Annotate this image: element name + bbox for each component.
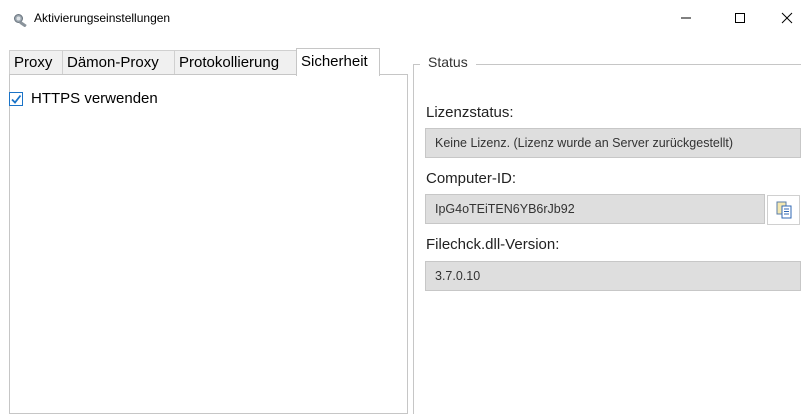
license-status-field: Keine Lizenz. (Lizenz wurde an Server zu… [425,128,801,158]
tab-proxy[interactable]: Proxy [9,50,63,74]
dll-version-label: Filechck.dll-Version: [426,236,560,253]
minimize-icon [681,17,691,19]
close-icon [781,12,793,24]
status-group-title: Status [420,54,476,70]
copy-clipboard-icon [776,201,791,219]
maximize-icon [735,13,745,23]
dll-version-field: 3.7.0.10 [425,261,801,291]
title-bar: Aktivierungseinstellungen [0,0,801,36]
https-checkbox-row[interactable]: HTTPS verwenden [9,90,158,107]
tab-daemon-proxy[interactable]: Dämon-Proxy [62,50,175,74]
minimize-button[interactable] [663,0,709,36]
checkmark-icon [11,94,22,104]
tab-panel-sicherheit [9,74,408,414]
tab-protokollierung[interactable]: Protokollierung [174,50,297,74]
https-checkbox-label: HTTPS verwenden [31,90,158,107]
maximize-button[interactable] [717,0,763,36]
magnifier-key-icon [13,13,29,28]
https-checkbox[interactable] [9,91,23,106]
computer-id-label: Computer-ID: [426,170,517,187]
copy-computer-id-button[interactable] [767,195,800,225]
license-status-label: Lizenzstatus: [426,104,514,121]
computer-id-field: IpG4oTEiTEN6YB6rJb92 [425,194,765,224]
window-title: Aktivierungseinstellungen [34,11,171,25]
close-button[interactable] [764,0,801,36]
tab-sicherheit[interactable]: Sicherheit [296,48,380,76]
